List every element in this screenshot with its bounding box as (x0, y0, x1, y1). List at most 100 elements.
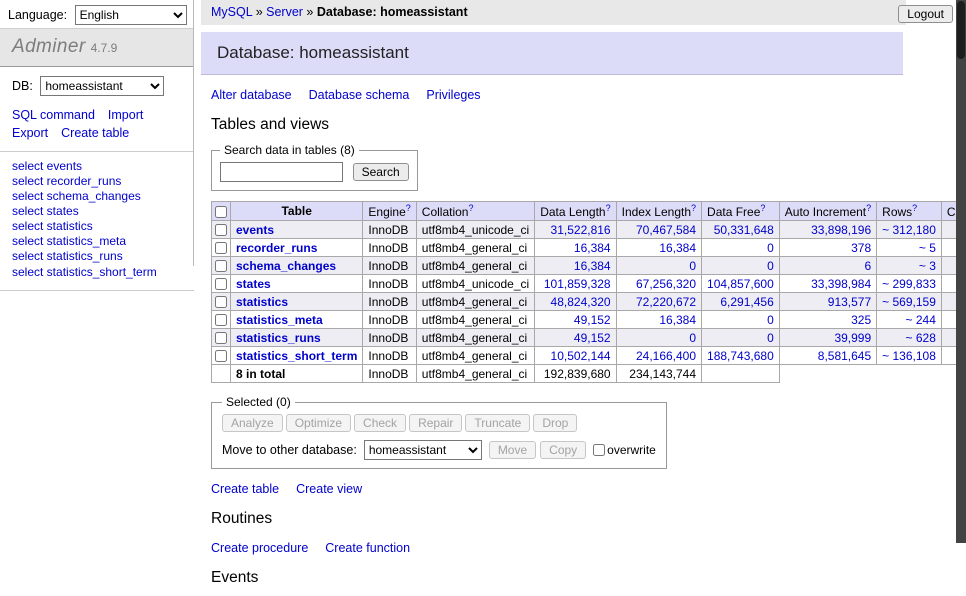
table-link-statistics-meta[interactable]: statistics_meta (236, 313, 323, 327)
data-length-link[interactable]: 16,384 (574, 259, 611, 273)
data-length-link[interactable]: 49,152 (574, 331, 611, 345)
rows-link[interactable]: ~ 312,180 (882, 223, 936, 237)
sidebar-select-schema-changes[interactable]: select schema_changes (12, 189, 182, 204)
column-help-engine[interactable]: ? (406, 203, 411, 213)
row-checkbox[interactable] (215, 350, 227, 362)
drop-button[interactable]: Drop (533, 414, 577, 432)
sidebar-select-states[interactable]: select states (12, 204, 182, 219)
auto-increment-link[interactable]: 33,398,984 (811, 277, 871, 291)
optimize-button[interactable]: Optimize (286, 414, 351, 432)
table-link-recorder-runs[interactable]: recorder_runs (236, 241, 317, 255)
table-link-events[interactable]: events (236, 223, 274, 237)
overwrite-checkbox[interactable] (593, 444, 605, 456)
auto-increment-link[interactable]: 913,577 (828, 295, 871, 309)
check-button[interactable]: Check (354, 414, 406, 432)
rows-link[interactable]: ~ 3 (919, 259, 936, 273)
column-help-auto-increment[interactable]: ? (866, 203, 871, 213)
index-length-link[interactable]: 24,166,400 (636, 349, 696, 363)
index-length-link[interactable]: 67,256,320 (636, 277, 696, 291)
sidebar-select-statistics-meta[interactable]: select statistics_meta (12, 234, 182, 249)
link-privileges[interactable]: Privileges (426, 88, 480, 102)
link-database-schema[interactable]: Database schema (309, 88, 410, 102)
data-free-link[interactable]: 0 (767, 331, 774, 345)
rows-link[interactable]: ~ 5 (919, 241, 936, 255)
row-checkbox[interactable] (215, 332, 227, 344)
sidebar-link-import[interactable]: Import (108, 108, 143, 122)
sidebar-link-sql-command[interactable]: SQL command (12, 108, 95, 122)
row-checkbox[interactable] (215, 314, 227, 326)
language-select[interactable]: English (75, 5, 187, 25)
link-alter-database[interactable]: Alter database (211, 88, 292, 102)
link-create-procedure[interactable]: Create procedure (211, 541, 308, 555)
rows-link[interactable]: ~ 299,833 (882, 277, 936, 291)
move-db-select[interactable]: homeassistant (364, 440, 482, 460)
index-length-link[interactable]: 16,384 (659, 313, 696, 327)
column-help-collation[interactable]: ? (468, 203, 473, 213)
move-button[interactable]: Move (489, 441, 536, 459)
index-length-link[interactable]: 0 (689, 259, 696, 273)
breadcrumb-link-server[interactable]: Server (266, 5, 303, 19)
column-help-data-length[interactable]: ? (606, 203, 611, 213)
select-all-checkbox[interactable] (215, 206, 227, 218)
repair-button[interactable]: Repair (409, 414, 462, 432)
table-link-schema-changes[interactable]: schema_changes (236, 259, 336, 273)
index-length-link[interactable]: 16,384 (659, 241, 696, 255)
data-free-link[interactable]: 0 (767, 259, 774, 273)
row-checkbox[interactable] (215, 278, 227, 290)
data-free-link[interactable]: 188,743,680 (707, 349, 774, 363)
rows-link[interactable]: ~ 569,159 (882, 295, 936, 309)
rows-link[interactable]: ~ 244 (906, 313, 936, 327)
data-length-link[interactable]: 10,502,144 (551, 349, 611, 363)
analyze-button[interactable]: Analyze (222, 414, 283, 432)
breadcrumb-link-mysql[interactable]: MySQL (211, 5, 252, 19)
row-checkbox[interactable] (215, 242, 227, 254)
data-free-link[interactable]: 0 (767, 313, 774, 327)
data-length-link[interactable]: 48,824,320 (551, 295, 611, 309)
data-length-link[interactable]: 16,384 (574, 241, 611, 255)
link-create-function[interactable]: Create function (325, 541, 410, 555)
auto-increment-link[interactable]: 39,999 (834, 331, 871, 345)
data-length-link[interactable]: 49,152 (574, 313, 611, 327)
table-link-statistics-runs[interactable]: statistics_runs (236, 331, 321, 345)
data-free-link[interactable]: 104,857,600 (707, 277, 774, 291)
link-create-table[interactable]: Create table (211, 482, 279, 496)
table-link-states[interactable]: states (236, 277, 271, 291)
truncate-button[interactable]: Truncate (465, 414, 530, 432)
sidebar-select-statistics-runs[interactable]: select statistics_runs (12, 249, 182, 264)
index-length-link[interactable]: 72,220,672 (636, 295, 696, 309)
data-free-link[interactable]: 6,291,456 (720, 295, 773, 309)
index-length-link[interactable]: 70,467,584 (636, 223, 696, 237)
column-help-data-free[interactable]: ? (760, 203, 765, 213)
sidebar-select-statistics[interactable]: select statistics (12, 219, 182, 234)
db-select[interactable]: homeassistant (40, 76, 164, 96)
scrollbar[interactable] (956, 0, 966, 543)
search-input[interactable] (220, 162, 343, 182)
index-length-link[interactable]: 0 (689, 331, 696, 345)
data-free-link[interactable]: 0 (767, 241, 774, 255)
sidebar-select-recorder-runs[interactable]: select recorder_runs (12, 174, 182, 189)
column-help-rows[interactable]: ? (912, 203, 917, 213)
row-checkbox[interactable] (215, 224, 227, 236)
auto-increment-link[interactable]: 378 (851, 241, 871, 255)
auto-increment-link[interactable]: 8,581,645 (818, 349, 871, 363)
row-checkbox[interactable] (215, 260, 227, 272)
rows-link[interactable]: ~ 628 (906, 331, 936, 345)
logout-button[interactable]: Logout (898, 5, 953, 23)
auto-increment-link[interactable]: 6 (864, 259, 871, 273)
sidebar-select-events[interactable]: select events (12, 159, 182, 174)
data-length-link[interactable]: 31,522,816 (551, 223, 611, 237)
sidebar-select-statistics-short-term[interactable]: select statistics_short_term (12, 265, 182, 280)
data-free-link[interactable]: 50,331,648 (714, 223, 774, 237)
auto-increment-link[interactable]: 325 (851, 313, 871, 327)
auto-increment-link[interactable]: 33,898,196 (811, 223, 871, 237)
column-help-index-length[interactable]: ? (691, 203, 696, 213)
sidebar-link-create-table[interactable]: Create table (61, 126, 129, 140)
data-length-link[interactable]: 101,859,328 (544, 277, 611, 291)
rows-link[interactable]: ~ 136,108 (882, 349, 936, 363)
scrollbar-thumb[interactable] (957, 1, 965, 59)
row-checkbox[interactable] (215, 296, 227, 308)
sidebar-link-export[interactable]: Export (12, 126, 48, 140)
search-button[interactable]: Search (353, 163, 409, 181)
table-link-statistics[interactable]: statistics (236, 295, 288, 309)
link-create-view[interactable]: Create view (296, 482, 362, 496)
